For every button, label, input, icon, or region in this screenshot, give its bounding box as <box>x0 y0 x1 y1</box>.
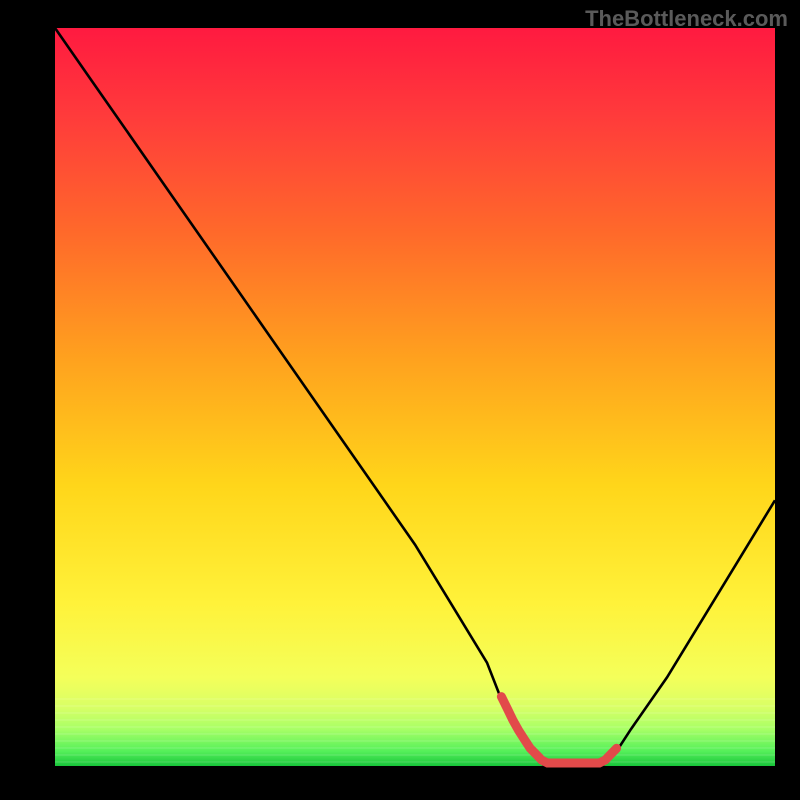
plot-background <box>55 28 775 766</box>
bottleneck-curve-chart <box>0 0 800 800</box>
watermark-text: TheBottleneck.com <box>585 6 788 32</box>
chart-container: TheBottleneck.com <box>0 0 800 800</box>
